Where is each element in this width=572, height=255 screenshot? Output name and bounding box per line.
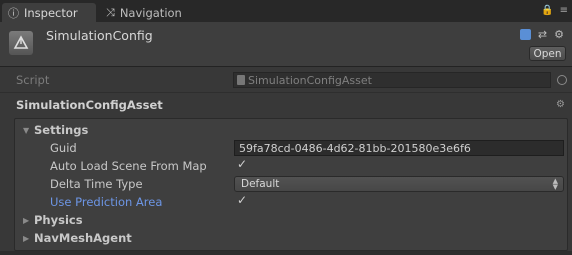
foldout-physics[interactable]: ▶ Physics	[23, 213, 83, 227]
guid-label: Guid	[50, 141, 77, 155]
foldout-navmesh[interactable]: ▶ NavMeshAgent	[23, 231, 132, 245]
script-label: Script	[16, 73, 50, 87]
tab-inspector-label: Inspector	[24, 5, 78, 20]
tab-navigation-label: Navigation	[119, 5, 182, 20]
settings-label: Settings	[34, 123, 89, 137]
preset-icon[interactable]: ⇄	[538, 28, 547, 41]
script-field[interactable]: SimulationConfigAsset	[233, 72, 551, 88]
dropdown-arrows-icon: ▲ ▼	[552, 177, 558, 191]
script-file-icon	[237, 75, 245, 85]
help-book-icon[interactable]	[519, 29, 531, 40]
collapsed-triangle-icon: ▶	[23, 233, 30, 243]
menu-icon[interactable]: ≡	[560, 5, 568, 16]
object-picker-icon[interactable]	[557, 75, 567, 85]
navigation-icon: ⤨	[106, 5, 115, 19]
navmesh-label: NavMeshAgent	[34, 231, 132, 245]
divider	[0, 66, 572, 67]
use-prediction-label: Use Prediction Area	[50, 195, 163, 209]
guid-field[interactable]: 59fa78cd-0486-4d62-81bb-201580e3e6f6	[234, 140, 564, 156]
gear-icon[interactable]: ⚙	[554, 28, 564, 41]
tab-controls: 🔒 ≡	[541, 5, 568, 16]
tab-bar: ⓘ Inspector ⤨ Navigation 🔒 ≡	[0, 0, 572, 22]
script-row: Script SimulationConfigAsset	[0, 71, 572, 89]
divider	[0, 92, 572, 93]
auto-load-checkbox[interactable]: ✓	[237, 157, 247, 171]
foldout-settings[interactable]: ▼ Settings	[23, 123, 88, 137]
header-icons: ⇄ ⚙	[519, 28, 564, 41]
tab-inspector[interactable]: ⓘ Inspector	[2, 3, 96, 22]
open-button[interactable]: Open	[529, 46, 566, 61]
script-value: SimulationConfigAsset	[248, 73, 372, 87]
collapsed-triangle-icon: ▶	[23, 215, 30, 225]
inspector-header: SimulationConfig ⇄ ⚙ Open	[0, 22, 572, 66]
horizontal-scrollbar[interactable]	[0, 251, 572, 255]
object-name: SimulationConfig	[46, 28, 153, 43]
auto-load-label: Auto Load Scene From Map	[50, 159, 207, 173]
delta-time-label: Delta Time Type	[50, 177, 143, 191]
info-icon: ⓘ	[8, 6, 19, 20]
use-prediction-checkbox[interactable]: ✓	[237, 193, 247, 207]
lock-icon[interactable]: 🔒	[541, 5, 553, 16]
delta-time-value: Default	[241, 178, 280, 190]
tab-navigation[interactable]: ⤨ Navigation	[100, 3, 220, 22]
component-settings-icon[interactable]: ⚙	[556, 99, 565, 110]
expanded-triangle-icon: ▼	[23, 125, 30, 135]
asset-icon	[9, 31, 33, 55]
delta-time-dropdown[interactable]: Default ▲ ▼	[234, 176, 564, 192]
component-title: SimulationConfigAsset	[16, 98, 163, 112]
physics-label: Physics	[34, 213, 83, 227]
properties-box: ▼ Settings Guid 59fa78cd-0486-4d62-81bb-…	[14, 118, 568, 251]
